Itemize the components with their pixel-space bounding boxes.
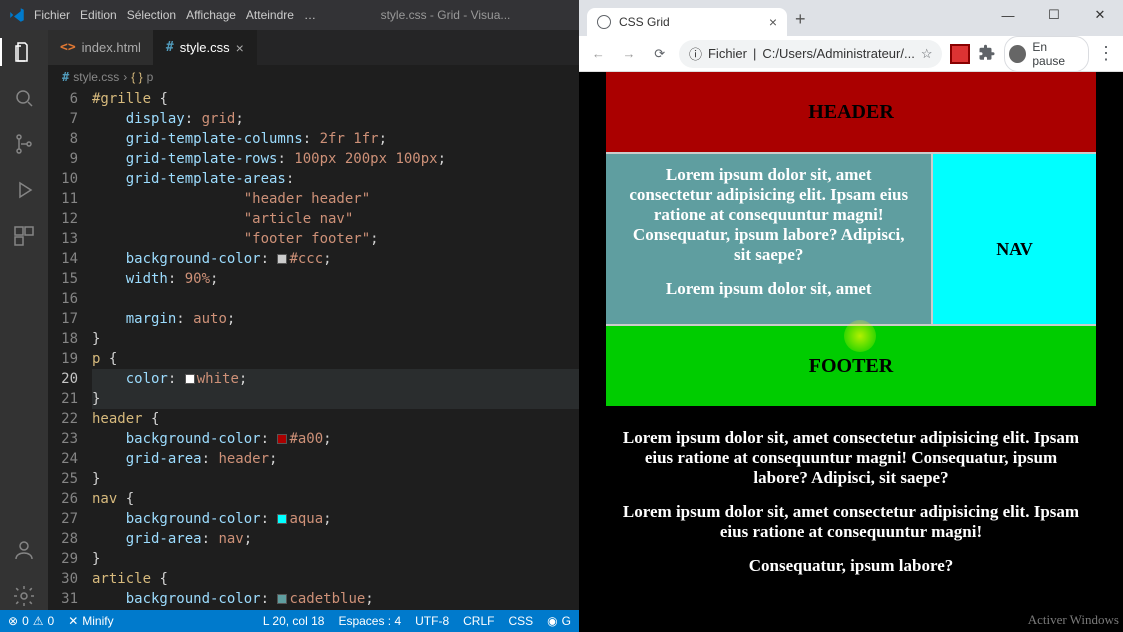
broadcast-icon: ◉ (547, 614, 557, 628)
activity-bar (0, 30, 48, 610)
css-file-icon: # (166, 40, 174, 55)
status-minify[interactable]: ✕ Minify (68, 614, 113, 628)
menu-item[interactable]: Sélection (127, 8, 176, 22)
chrome-window: CSS Grid × + — ☐ ✕ ← → ⟳ ⓘ Fichier | C:/… (579, 0, 1123, 632)
warning-icon: ⚠ (33, 614, 44, 628)
minimize-button[interactable]: — (985, 0, 1031, 30)
vscode-titlebar: Fichier Edition Sélection Affichage Atte… (0, 0, 579, 30)
close-icon[interactable]: × (769, 14, 777, 30)
windows-activation-watermark: Activer Windows (1028, 612, 1119, 628)
status-bar: ⊗0 ⚠0 ✕ Minify L 20, col 18 Espaces : 4 … (0, 610, 579, 632)
css-file-icon: # (62, 70, 69, 84)
globe-icon (597, 15, 611, 29)
search-icon[interactable] (10, 84, 38, 112)
grid-nav: NAV (933, 154, 1096, 324)
tab-label: index.html (82, 40, 141, 55)
vscode-logo-icon (8, 6, 26, 24)
chrome-titlebar: CSS Grid × + — ☐ ✕ (579, 0, 1123, 36)
code-content[interactable]: #grille { display: grid; grid-template-c… (92, 89, 579, 610)
account-icon[interactable] (10, 536, 38, 564)
editor-tabs: <> index.html # style.css × (48, 30, 579, 65)
status-live[interactable]: ◉ G (547, 614, 571, 628)
close-icon[interactable]: × (236, 40, 244, 56)
code-editor[interactable]: 6789101112131415161718192021222324252627… (48, 89, 579, 610)
status-position[interactable]: L 20, col 18 (263, 614, 325, 628)
avatar-icon (1009, 45, 1026, 63)
status-problems[interactable]: ⊗0 ⚠0 (8, 614, 54, 628)
address-scheme: Fichier (708, 46, 747, 61)
paragraph: Lorem ipsum dolor sit, amet consectetur … (619, 502, 1083, 542)
window-controls: — ☐ ✕ (985, 0, 1123, 30)
vscode-window: Fichier Edition Sélection Affichage Atte… (0, 0, 579, 632)
line-gutter: 6789101112131415161718192021222324252627… (48, 89, 92, 610)
browser-tab[interactable]: CSS Grid × (587, 8, 787, 36)
menu-item[interactable]: Affichage (186, 8, 236, 22)
cursor-highlight (844, 320, 876, 352)
menu-item[interactable]: Edition (80, 8, 117, 22)
address-path: C:/Users/Administrateur/... (762, 46, 914, 61)
breadcrumbs[interactable]: # style.css › { } p (48, 65, 579, 89)
breadcrumb-item[interactable]: { } p (131, 70, 153, 84)
editor-tab-active[interactable]: # style.css × (154, 30, 257, 65)
html-file-icon: <> (60, 40, 76, 55)
kebab-menu-icon[interactable]: ⋮ (1097, 43, 1115, 64)
extension-icon[interactable] (950, 44, 969, 64)
grid-container: HEADER Lorem ipsum dolor sit, amet conse… (606, 72, 1096, 406)
status-lang[interactable]: CSS (508, 614, 533, 628)
error-icon: ⊗ (8, 614, 18, 628)
grid-header: HEADER (606, 72, 1096, 152)
menu-item[interactable]: Atteindre (246, 8, 294, 22)
tab-title: CSS Grid (619, 15, 761, 29)
grid-footer: FOOTER (606, 326, 1096, 406)
paragraph: Lorem ipsum dolor sit, amet consectetur … (619, 428, 1083, 488)
status-encoding[interactable]: UTF-8 (415, 614, 449, 628)
grid-article: Lorem ipsum dolor sit, amet consectetur … (606, 154, 931, 324)
page-viewport[interactable]: HEADER Lorem ipsum dolor sit, amet conse… (579, 72, 1123, 632)
back-button[interactable]: ← (587, 42, 610, 66)
source-control-icon[interactable] (10, 130, 38, 158)
breadcrumb-item[interactable]: # style.css (62, 70, 119, 84)
menu-overflow[interactable]: … (304, 8, 316, 22)
extensions-icon[interactable] (10, 222, 38, 250)
article-paragraph: Lorem ipsum dolor sit, amet (666, 279, 872, 299)
new-tab-button[interactable]: + (795, 9, 806, 30)
profile-chip[interactable]: En pause (1004, 36, 1089, 72)
address-bar[interactable]: ⓘ Fichier | C:/Users/Administrateur/... … (679, 40, 943, 68)
editor-tab[interactable]: <> index.html (48, 30, 154, 65)
reload-button[interactable]: ⟳ (648, 42, 671, 66)
tab-label: style.css (180, 40, 230, 55)
status-spaces[interactable]: Espaces : 4 (338, 614, 401, 628)
gear-icon[interactable] (10, 582, 38, 610)
maximize-button[interactable]: ☐ (1031, 0, 1077, 30)
x-icon: ✕ (68, 614, 78, 628)
vscode-menu: Fichier Edition Sélection Affichage Atte… (34, 8, 316, 22)
explorer-icon[interactable] (10, 38, 38, 66)
paragraph: Consequatur, ipsum labore? (619, 556, 1083, 576)
window-title: style.css - Grid - Visua... (320, 8, 571, 22)
body-text: Lorem ipsum dolor sit, amet consectetur … (579, 406, 1123, 600)
bookmark-icon[interactable]: ☆ (921, 46, 933, 62)
editor-area: <> index.html # style.css × # style.css … (48, 30, 579, 610)
debug-icon[interactable] (10, 176, 38, 204)
article-paragraph: Lorem ipsum dolor sit, amet consectetur … (626, 165, 911, 265)
extensions-puzzle-icon[interactable] (978, 44, 997, 64)
pause-label: En pause (1032, 40, 1080, 68)
selector-icon: { } (131, 70, 142, 84)
forward-button[interactable]: → (618, 42, 641, 66)
status-eol[interactable]: CRLF (463, 614, 494, 628)
close-button[interactable]: ✕ (1077, 0, 1123, 30)
chevron-right-icon: › (123, 70, 127, 84)
chrome-toolbar: ← → ⟳ ⓘ Fichier | C:/Users/Administrateu… (579, 36, 1123, 72)
info-icon[interactable]: ⓘ (689, 44, 702, 63)
menu-item[interactable]: Fichier (34, 8, 70, 22)
